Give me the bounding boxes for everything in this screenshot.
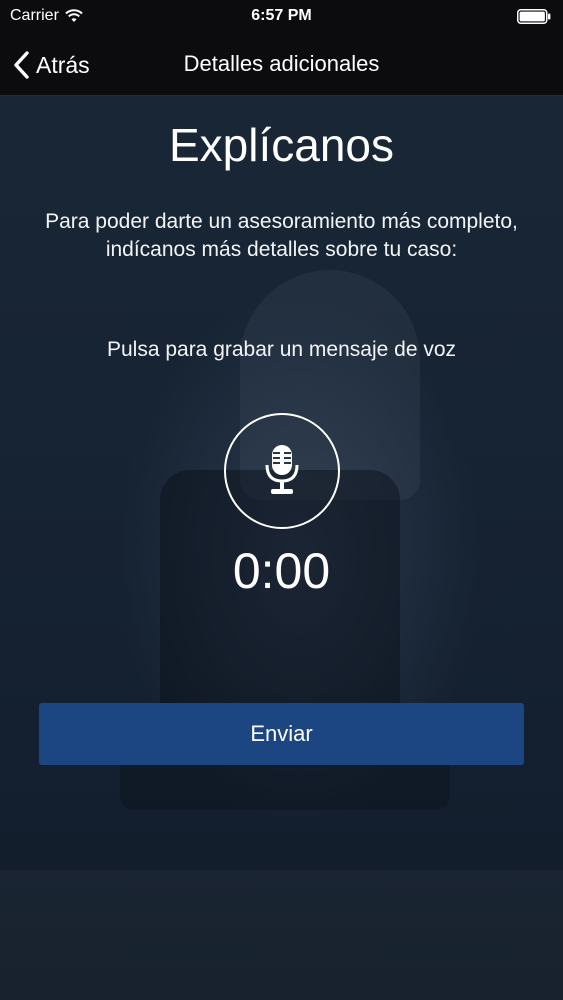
battery-full-icon [517, 9, 551, 24]
page-title: Explícanos [168, 119, 394, 171]
background-floor [0, 870, 563, 1000]
navigation-bar: Atrás Detalles adicionales [0, 32, 563, 96]
nav-title: Detalles adicionales [183, 51, 380, 76]
status-bar: Carrier 6:57 PM [0, 0, 563, 32]
description-text: Para poder darte un asesoramiento más co… [45, 210, 518, 261]
record-instruction: Pulsa para grabar un mensaje de voz [106, 338, 457, 361]
record-voice-button[interactable] [224, 413, 340, 529]
send-button[interactable]: Enviar [39, 703, 524, 765]
recording-timer: 0:00 [232, 543, 331, 599]
send-button-label: Enviar [250, 721, 313, 746]
microphone-icon [265, 445, 299, 494]
status-time: 6:57 PM [251, 7, 312, 24]
